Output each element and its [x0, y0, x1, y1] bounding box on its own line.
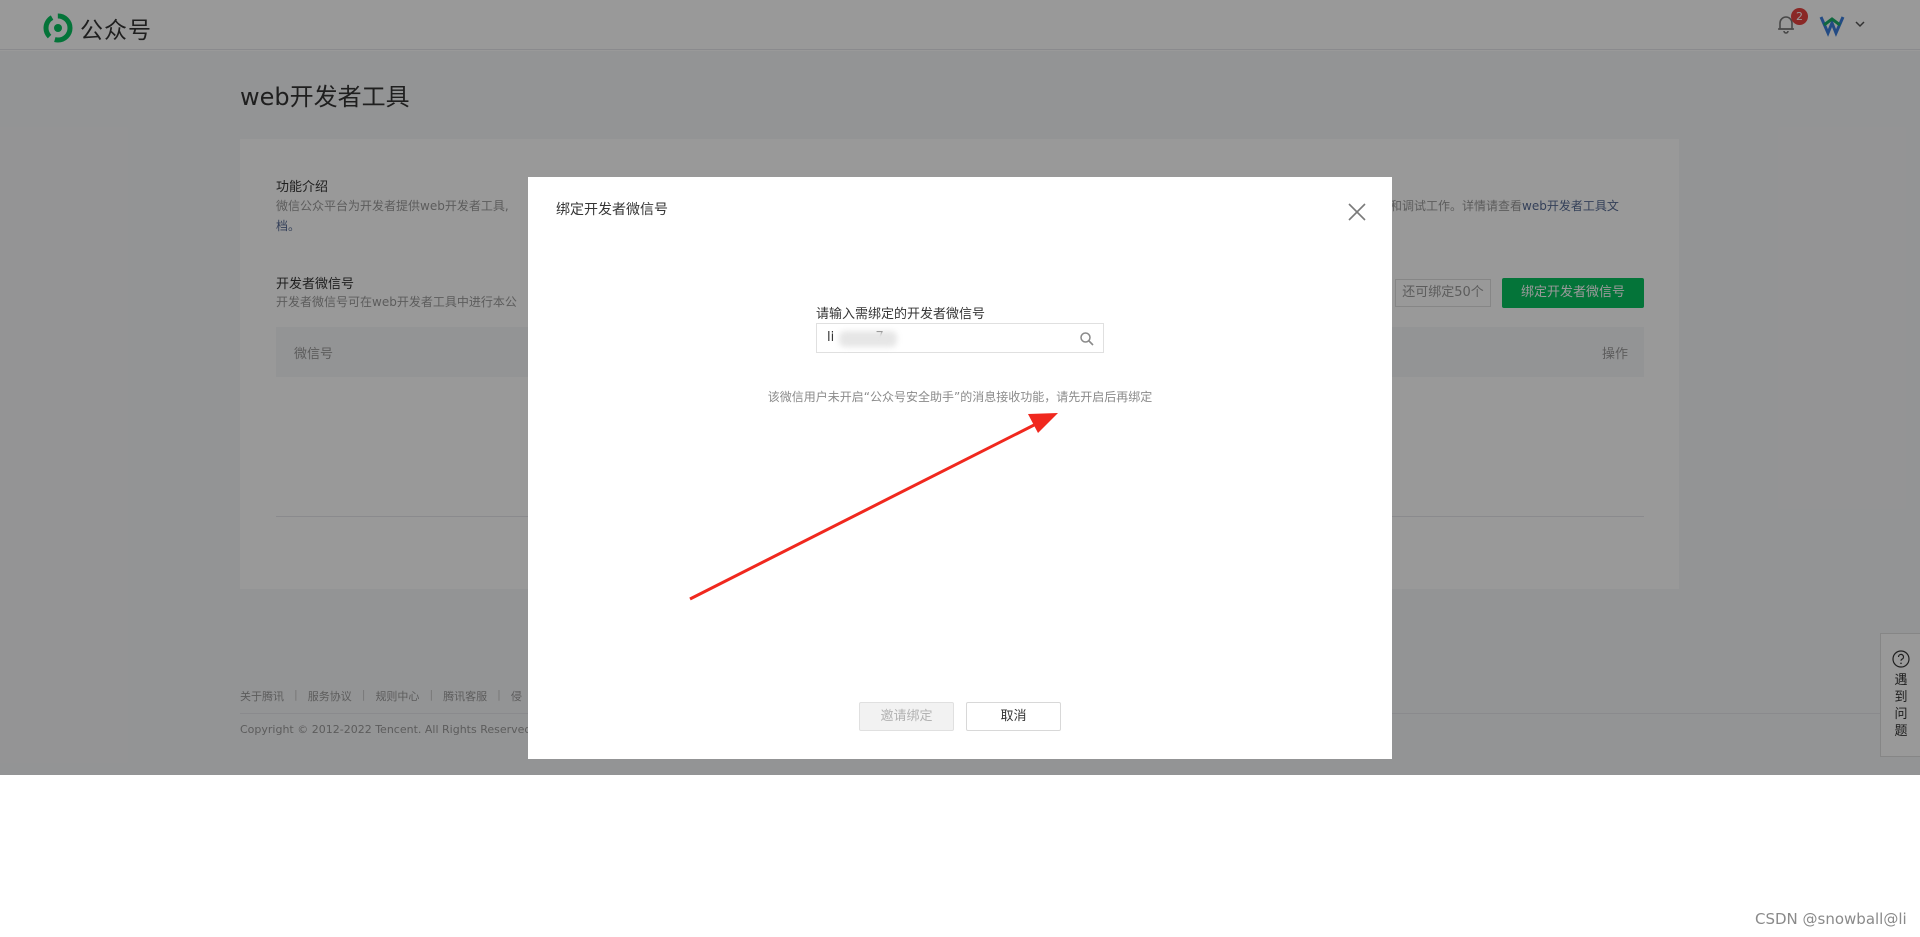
- watermark: CSDN @snowball@li: [1755, 910, 1907, 928]
- redaction-blur: [839, 331, 897, 347]
- bind-developer-dialog: 绑定开发者微信号 请输入需绑定的开发者微信号 该微信用户未开启“公众号安全助手”…: [528, 177, 1392, 759]
- wechat-id-field[interactable]: [816, 323, 1104, 353]
- search-icon[interactable]: [1079, 331, 1095, 347]
- field-label: 请输入需绑定的开发者微信号: [816, 307, 986, 322]
- invite-bind-button[interactable]: 邀请绑定: [859, 702, 954, 731]
- error-message: 该微信用户未开启“公众号安全助手”的消息接收功能，请先开启后再绑定: [767, 390, 1153, 404]
- cancel-button[interactable]: 取消: [966, 702, 1061, 731]
- dialog-title: 绑定开发者微信号: [556, 202, 668, 218]
- close-icon[interactable]: [1346, 201, 1368, 223]
